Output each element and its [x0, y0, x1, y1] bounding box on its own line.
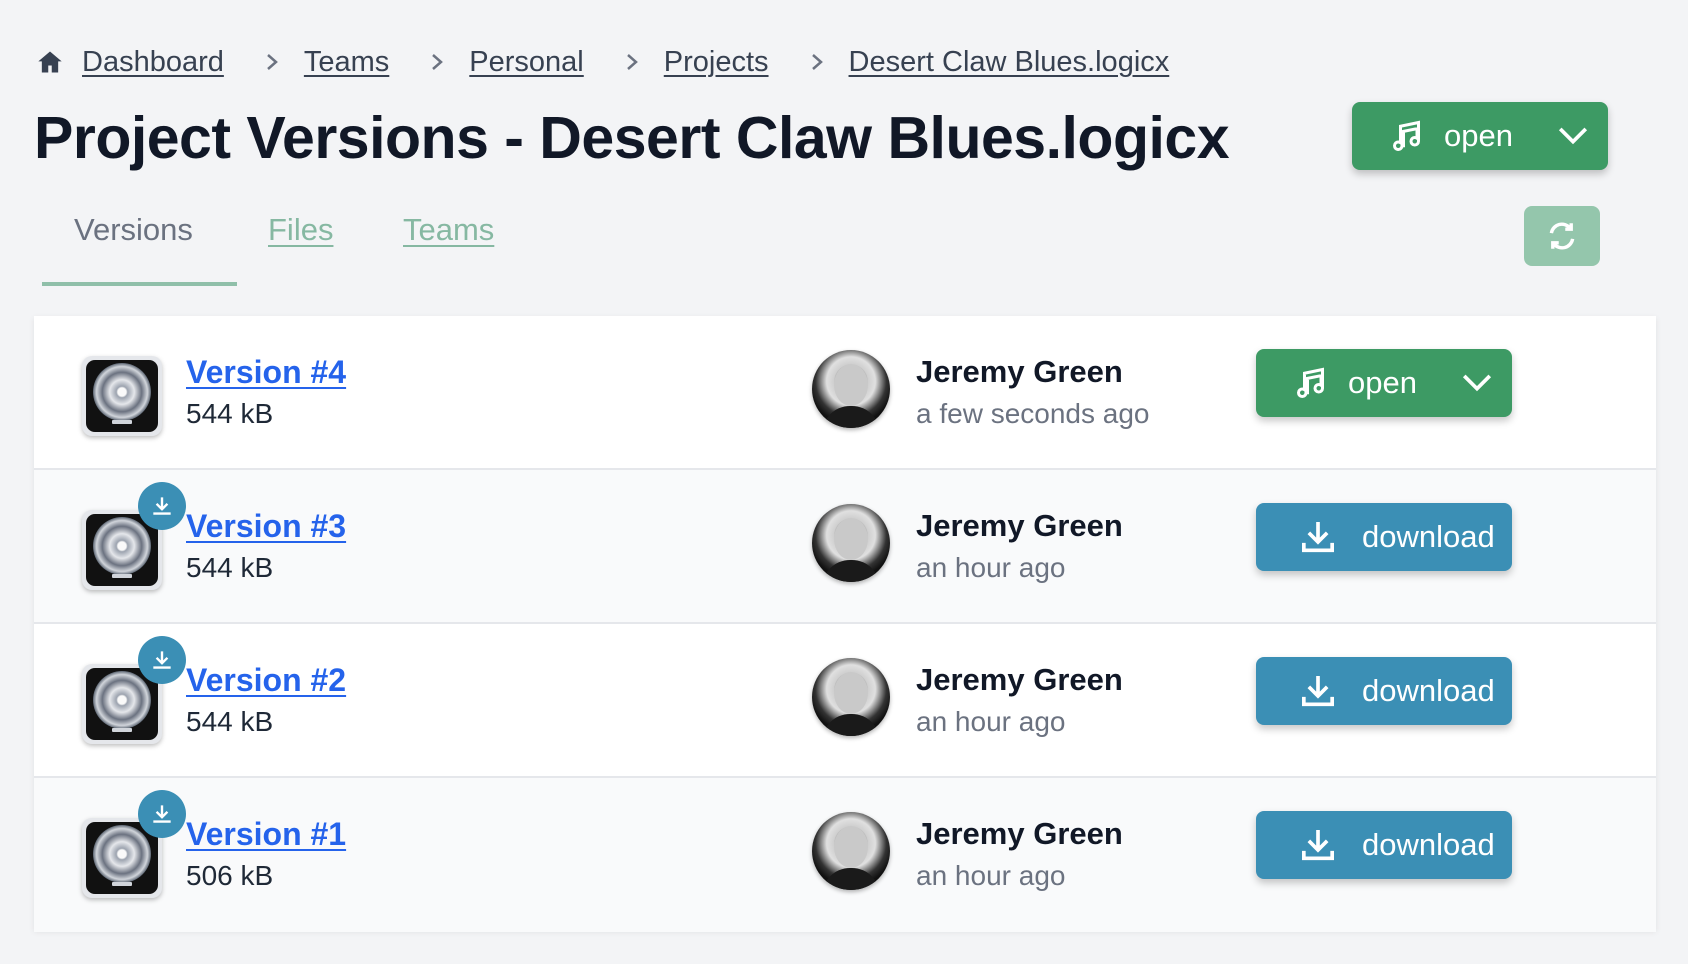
chevron-right-icon — [807, 52, 827, 72]
logic-project-icon — [82, 356, 162, 436]
open-dropdown-toggle[interactable] — [1442, 349, 1512, 417]
version-link[interactable]: Version #2 — [186, 662, 346, 699]
user-name: Jeremy Green — [916, 508, 1123, 543]
avatar — [812, 658, 890, 736]
user-name: Jeremy Green — [916, 662, 1123, 697]
version-link[interactable]: Version #4 — [186, 354, 346, 391]
open-split-button: open — [1256, 349, 1512, 417]
version-timestamp: a few seconds ago — [916, 398, 1150, 429]
open-label: open — [1348, 365, 1417, 400]
download-button[interactable]: download — [1256, 657, 1512, 725]
version-size: 544 kB — [186, 552, 274, 583]
breadcrumb-projects[interactable]: Projects — [664, 46, 769, 79]
refresh-icon — [1549, 222, 1575, 250]
tab-teams[interactable]: Teams — [403, 212, 494, 248]
avatar — [812, 504, 890, 582]
version-size: 506 kB — [186, 860, 274, 891]
version-link[interactable]: Version #3 — [186, 508, 346, 545]
breadcrumb-project-file[interactable]: Desert Claw Blues.logicx — [849, 46, 1170, 79]
chevron-down-icon — [1462, 374, 1492, 392]
active-tab-indicator — [42, 282, 237, 286]
open-split-button: open — [1352, 102, 1608, 170]
downloaded-badge-icon — [138, 790, 186, 838]
user-name: Jeremy Green — [916, 354, 1123, 389]
chevron-right-icon — [262, 52, 282, 72]
refresh-button[interactable] — [1524, 206, 1600, 266]
download-button[interactable]: download — [1256, 503, 1512, 571]
version-timestamp: an hour ago — [916, 552, 1066, 583]
music-note-icon — [1390, 118, 1426, 154]
open-button[interactable]: open — [1352, 102, 1538, 170]
download-icon — [1302, 830, 1334, 861]
version-timestamp: an hour ago — [916, 860, 1066, 891]
tab-files[interactable]: Files — [268, 212, 333, 248]
tab-versions[interactable]: Versions — [74, 212, 193, 248]
list-item: Version #4 544 kB Jeremy Green a few sec… — [34, 316, 1656, 470]
downloaded-badge-icon — [138, 482, 186, 530]
version-size: 544 kB — [186, 706, 274, 737]
downloaded-badge-icon — [138, 636, 186, 684]
versions-list: Version #4 544 kB Jeremy Green a few sec… — [34, 316, 1656, 932]
version-size: 544 kB — [186, 398, 274, 429]
list-item: Version #2 544 kB Jeremy Green an hour a… — [34, 624, 1656, 778]
breadcrumb-teams[interactable]: Teams — [304, 46, 389, 79]
breadcrumb-dashboard[interactable]: Dashboard — [82, 46, 224, 79]
home-icon[interactable] — [36, 48, 64, 76]
avatar — [812, 812, 890, 890]
open-dropdown-toggle[interactable] — [1538, 102, 1608, 170]
download-icon — [1302, 676, 1334, 707]
open-label: open — [1444, 118, 1513, 153]
chevron-down-icon — [1558, 127, 1588, 145]
download-label: download — [1362, 519, 1495, 554]
avatar — [812, 350, 890, 428]
download-label: download — [1362, 827, 1495, 862]
download-icon — [1302, 522, 1334, 553]
version-timestamp: an hour ago — [916, 706, 1066, 737]
list-item: Version #1 506 kB Jeremy Green an hour a… — [34, 778, 1656, 932]
download-label: download — [1362, 673, 1495, 708]
user-name: Jeremy Green — [916, 816, 1123, 851]
breadcrumb-personal[interactable]: Personal — [469, 46, 583, 79]
chevron-right-icon — [427, 52, 447, 72]
download-button[interactable]: download — [1256, 811, 1512, 879]
page: Dashboard Teams Personal Projects Desert… — [0, 0, 1688, 964]
version-link[interactable]: Version #1 — [186, 816, 346, 853]
open-button[interactable]: open — [1256, 349, 1442, 417]
music-note-icon — [1294, 365, 1330, 401]
page-title: Project Versions - Desert Claw Blues.log… — [34, 105, 1230, 171]
list-item: Version #3 544 kB Jeremy Green an hour a… — [34, 470, 1656, 624]
breadcrumb: Dashboard Teams Personal Projects Desert… — [36, 44, 1169, 80]
tab-bar: Versions Files Teams — [42, 204, 562, 286]
chevron-right-icon — [622, 52, 642, 72]
